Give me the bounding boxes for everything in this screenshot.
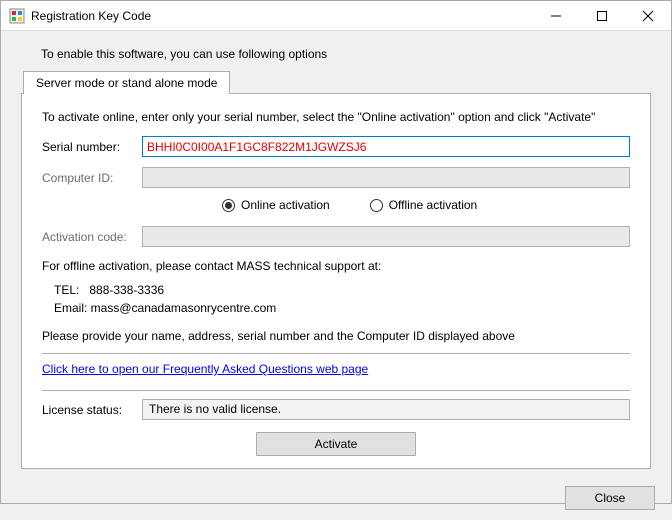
titlebar: Registration Key Code xyxy=(1,1,671,31)
serial-label: Serial number: xyxy=(42,140,142,154)
footer: Close xyxy=(1,480,671,520)
activation-code-label: Activation code: xyxy=(42,230,142,244)
contact-provide: Please provide your name, address, seria… xyxy=(42,327,630,345)
close-button[interactable]: Close xyxy=(565,486,655,510)
intro-text: To enable this software, you can use fol… xyxy=(41,47,655,61)
app-icon xyxy=(9,8,25,24)
contact-block: For offline activation, please contact M… xyxy=(42,257,630,345)
offline-activation-radio[interactable]: Offline activation xyxy=(370,198,478,212)
computer-id-row: Computer ID: xyxy=(42,167,630,188)
license-status-label: License status: xyxy=(42,403,142,417)
online-activation-radio[interactable]: Online activation xyxy=(222,198,330,212)
activation-mode-group: Online activation Offline activation xyxy=(42,198,630,212)
registration-window: Registration Key Code To enable this sof… xyxy=(0,0,672,504)
activation-code-input xyxy=(142,226,630,247)
radio-icon xyxy=(370,199,383,212)
activation-code-row: Activation code: xyxy=(42,226,630,247)
serial-row: Serial number: xyxy=(42,136,630,157)
window-controls xyxy=(533,1,671,31)
faq-link[interactable]: Click here to open our Frequently Asked … xyxy=(42,362,368,376)
offline-radio-label: Offline activation xyxy=(389,198,478,212)
license-status-row: License status: There is no valid licens… xyxy=(42,399,630,420)
window-title: Registration Key Code xyxy=(31,9,533,23)
tab-control: Server mode or stand alone mode To activ… xyxy=(21,71,651,470)
content-area: To enable this software, you can use fol… xyxy=(1,31,671,480)
contact-tel: TEL: 888-338-3336 xyxy=(54,281,630,299)
tab-panel: To activate online, enter only your seri… xyxy=(21,93,651,469)
activation-instruction: To activate online, enter only your seri… xyxy=(42,110,630,124)
contact-email: Email: mass@canadamasonrycentre.com xyxy=(54,299,630,317)
minimize-button[interactable] xyxy=(533,1,579,31)
maximize-button[interactable] xyxy=(579,1,625,31)
serial-input[interactable] xyxy=(142,136,630,157)
radio-icon xyxy=(222,199,235,212)
license-status-value: There is no valid license. xyxy=(142,399,630,420)
online-radio-label: Online activation xyxy=(241,198,330,212)
contact-intro: For offline activation, please contact M… xyxy=(42,257,630,275)
computer-id-input xyxy=(142,167,630,188)
tab-server-mode[interactable]: Server mode or stand alone mode xyxy=(23,71,230,94)
computer-id-label: Computer ID: xyxy=(42,171,142,185)
divider xyxy=(42,353,630,354)
activate-button[interactable]: Activate xyxy=(256,432,416,456)
close-window-button[interactable] xyxy=(625,1,671,31)
divider xyxy=(42,390,630,391)
